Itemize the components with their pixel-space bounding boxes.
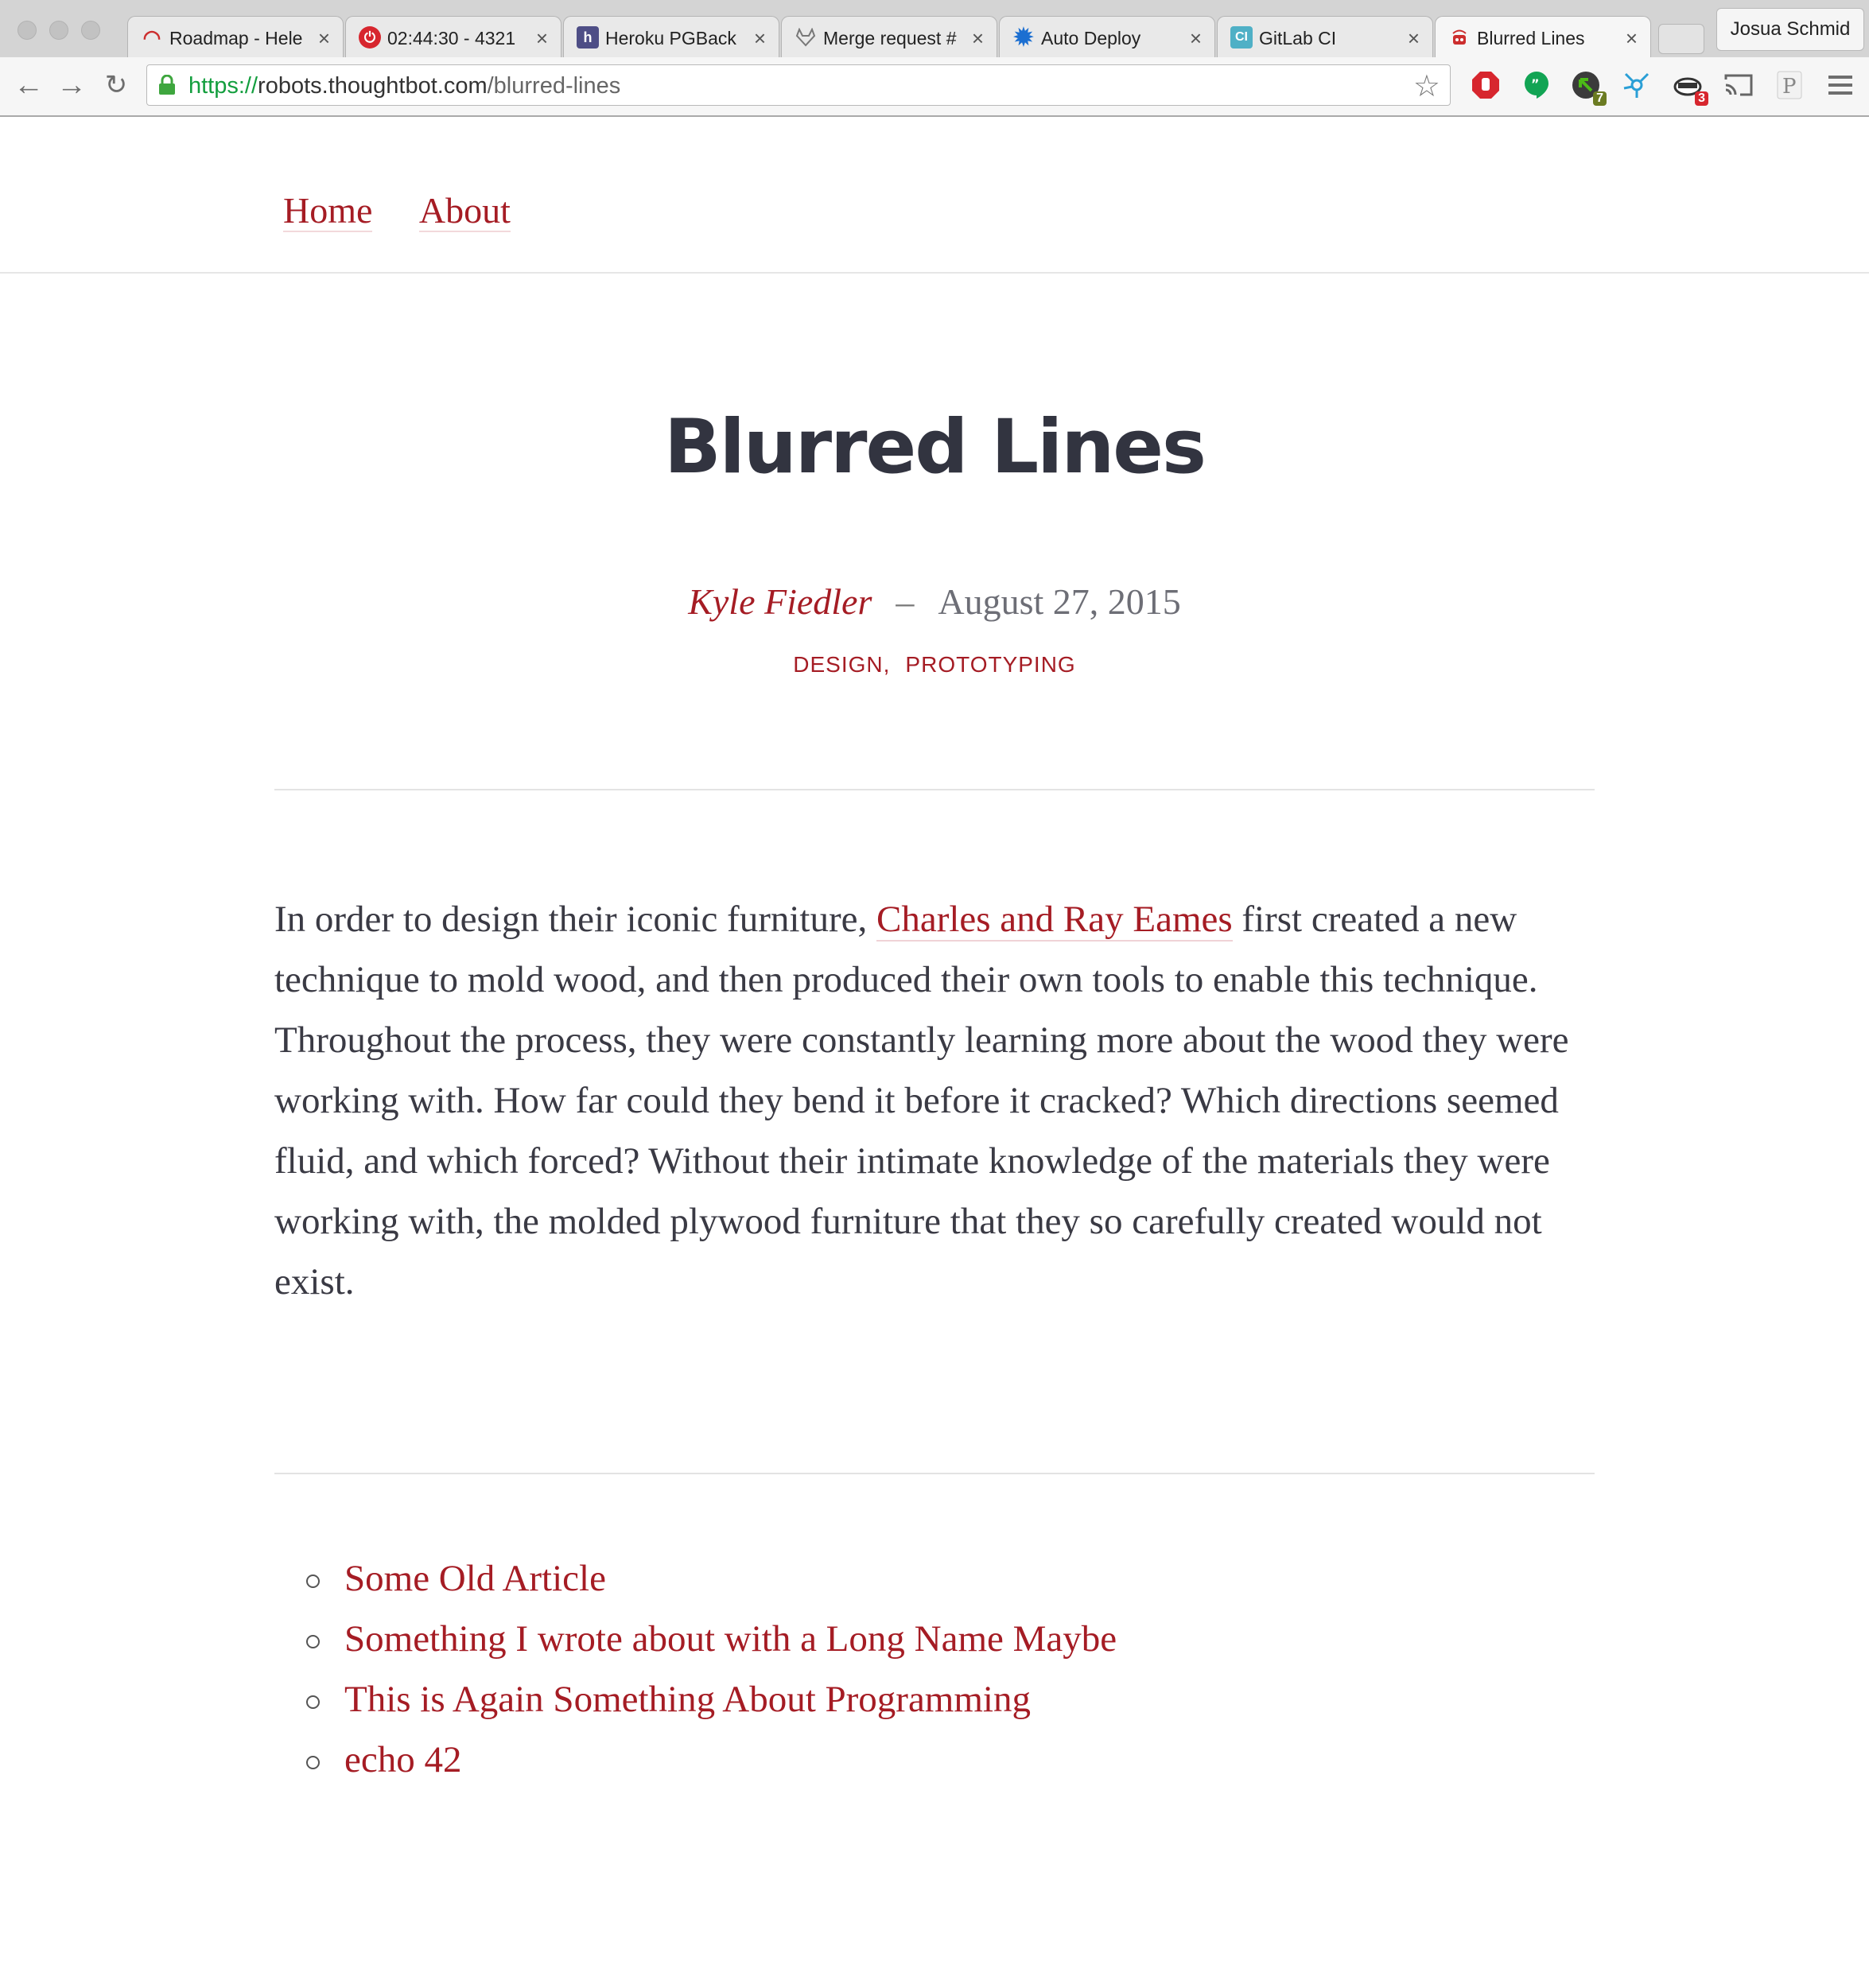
body-text-start: In order to design their iconic furnitur… <box>274 899 876 940</box>
circle-bullet-icon <box>306 1756 320 1769</box>
related-article-link[interactable]: echo 42 <box>344 1739 461 1780</box>
tab-strip: ◠ Roadmap - Hele × ⏻ 02:44:30 - 4321 × h… <box>0 0 1869 58</box>
tag-separator: , <box>883 652 890 677</box>
byline-separator: – <box>896 581 915 622</box>
close-icon[interactable]: × <box>318 26 330 51</box>
url-text: https://robots.thoughtbot.com/blurred-li… <box>188 73 620 99</box>
window-minimize-button[interactable] <box>49 21 68 40</box>
post-tags: DESIGN, PROTOTYPING <box>0 652 1869 678</box>
eames-link[interactable]: Charles and Ray Eames <box>876 899 1233 942</box>
window-close-button[interactable] <box>17 21 37 40</box>
browser-chrome: ◠ Roadmap - Hele × ⏻ 02:44:30 - 4321 × h… <box>0 0 1869 117</box>
content-divider-bottom <box>274 1473 1595 1474</box>
gear-icon: ✹ <box>1013 24 1034 51</box>
list-item: This is Again Something About Programmin… <box>306 1678 1117 1738</box>
browser-tab-active[interactable]: Blurred Lines × <box>1435 16 1651 58</box>
extension-badge: 3 <box>1695 91 1708 106</box>
header-divider <box>0 272 1869 274</box>
browser-tab[interactable]: Merge request # × <box>781 16 997 57</box>
bookmark-star-icon[interactable]: ☆ <box>1413 68 1440 104</box>
body-text-end: first created a new technique to mold wo… <box>274 899 1569 1303</box>
url-host: robots.thoughtbot.com <box>258 73 488 99</box>
tab-title: Heroku PGBack <box>605 28 736 49</box>
related-article-link[interactable]: Something I wrote about with a Long Name… <box>344 1618 1117 1660</box>
circle-bullet-icon <box>306 1695 320 1709</box>
list-item: echo 42 <box>306 1738 1117 1799</box>
menu-hamburger-icon[interactable] <box>1824 69 1856 101</box>
browser-tab[interactable]: CI GitLab CI × <box>1217 16 1433 57</box>
reload-icon[interactable]: ↻ <box>99 68 134 103</box>
browser-tab[interactable]: ✹ Auto Deploy × <box>999 16 1215 57</box>
related-article-link[interactable]: This is Again Something About Programmin… <box>344 1679 1031 1720</box>
forward-arrow-icon[interactable]: → <box>54 68 89 103</box>
url-scheme: https:// <box>188 73 258 99</box>
svg-text:P: P <box>1782 75 1797 99</box>
post-body-paragraph: In order to design their iconic furnitur… <box>274 889 1595 1312</box>
related-articles-list: Some Old Article Something I wrote about… <box>306 1557 1117 1799</box>
list-item: Some Old Article <box>306 1557 1117 1617</box>
cast-icon[interactable] <box>1723 69 1754 101</box>
lock-icon <box>158 74 176 95</box>
ci-icon: CI <box>1230 26 1253 49</box>
hangouts-icon[interactable]: ” <box>1521 69 1552 101</box>
tab-title: 02:44:30 - 4321 <box>387 28 516 49</box>
svg-text:”: ” <box>1531 76 1540 91</box>
tab-title: Roadmap - Hele <box>169 28 303 49</box>
content-divider-top <box>274 789 1595 790</box>
nav-link-about[interactable]: About <box>418 190 511 232</box>
post-byline: Kyle Fiedler – August 27, 2015 <box>0 580 1869 623</box>
browser-tab[interactable]: ◠ Roadmap - Hele × <box>127 16 344 57</box>
gitlab-fox-icon <box>795 26 817 49</box>
heroku-icon: h <box>577 26 599 49</box>
close-icon[interactable]: × <box>1190 26 1202 51</box>
close-icon[interactable]: × <box>972 26 984 51</box>
close-icon[interactable]: × <box>1626 26 1638 51</box>
page-title: Blurred Lines <box>663 404 1206 491</box>
post-date: August 27, 2015 <box>938 581 1181 622</box>
close-icon[interactable]: × <box>754 26 766 51</box>
address-bar[interactable]: https://robots.thoughtbot.com/blurred-li… <box>146 64 1451 106</box>
tab-title: Blurred Lines <box>1477 28 1585 49</box>
tab-title: Auto Deploy <box>1041 28 1141 49</box>
back-arrow-icon[interactable]: ← <box>11 68 46 103</box>
browser-toolbar: ← → ↻ https://robots.thoughtbot.com/blur… <box>0 57 1869 115</box>
browser-tab[interactable]: ⏻ 02:44:30 - 4321 × <box>345 16 561 57</box>
pocket-p-icon[interactable]: P <box>1774 69 1805 101</box>
adblock-hand-icon[interactable] <box>1470 69 1502 101</box>
power-icon: ⏻ <box>359 26 381 49</box>
gauge-icon: ◠ <box>142 25 161 49</box>
tag-link-prototyping[interactable]: PROTOTYPING <box>905 652 1075 677</box>
extension-arrow-icon[interactable]: 7 <box>1570 69 1607 106</box>
author-link[interactable]: Kyle Fiedler <box>688 581 872 622</box>
related-article-link[interactable]: Some Old Article <box>344 1558 606 1599</box>
close-icon[interactable]: × <box>536 26 548 51</box>
list-item: Something I wrote about with a Long Name… <box>306 1617 1117 1678</box>
tab-title: Merge request # <box>823 28 957 49</box>
raccoon-extension-icon[interactable]: 3 <box>1672 69 1708 106</box>
browser-tab[interactable]: h Heroku PGBack × <box>563 16 779 57</box>
tag-link-design[interactable]: DESIGN <box>793 652 883 677</box>
site-nav: Home About <box>283 189 554 232</box>
close-icon[interactable]: × <box>1408 26 1420 51</box>
network-icon[interactable] <box>1621 69 1653 101</box>
new-tab-button[interactable] <box>1658 24 1704 54</box>
circle-bullet-icon <box>306 1635 320 1648</box>
extension-badge: 7 <box>1593 91 1607 106</box>
tab-title: GitLab CI <box>1259 28 1337 49</box>
circle-bullet-icon <box>306 1574 320 1588</box>
url-path: /blurred-lines <box>487 73 621 99</box>
profile-button[interactable]: Josua Schmid <box>1716 8 1864 51</box>
nav-link-home[interactable]: Home <box>283 190 373 232</box>
robot-icon <box>1448 26 1471 49</box>
window-zoom-button[interactable] <box>81 21 100 40</box>
